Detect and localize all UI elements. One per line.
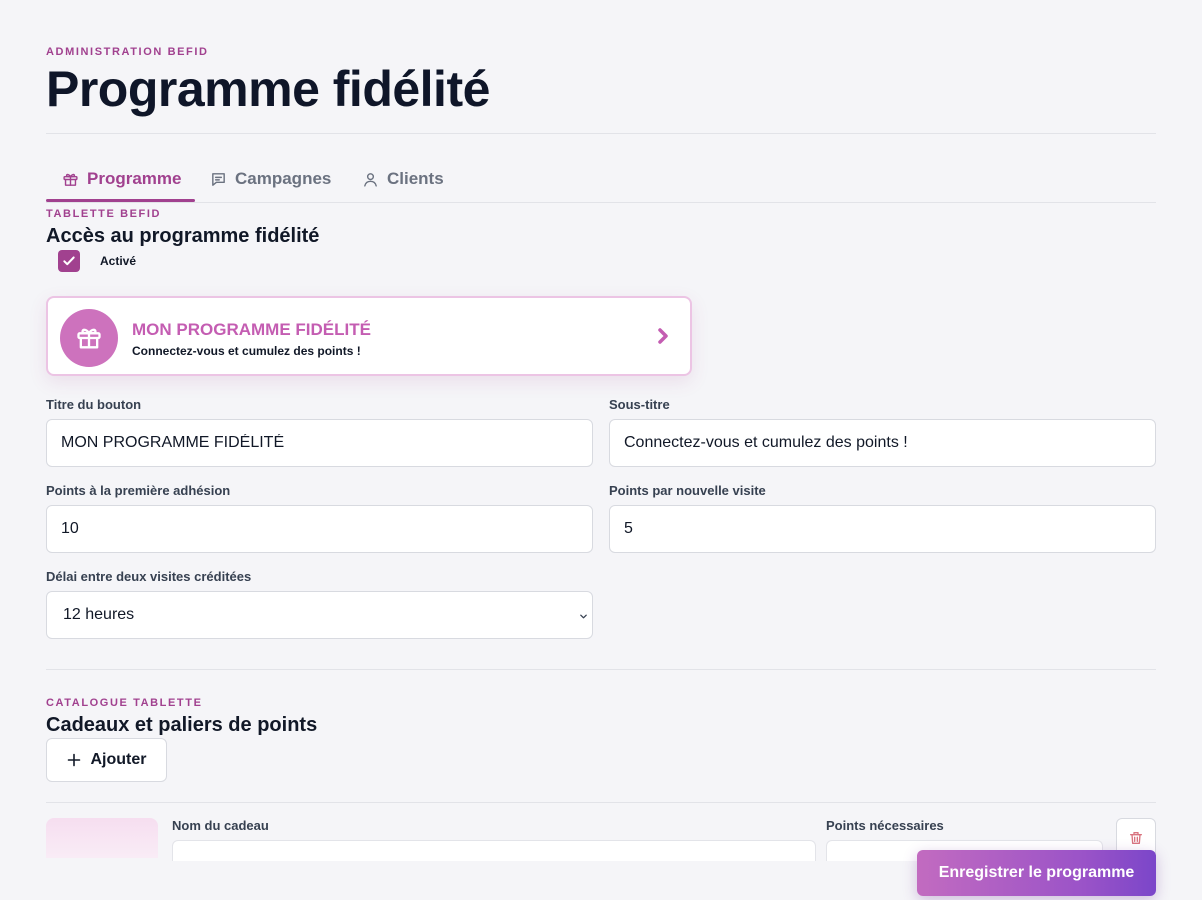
page-title: Programme fidélité: [46, 61, 490, 117]
check-icon: [63, 256, 75, 266]
subtitle-input[interactable]: [609, 419, 1156, 467]
gift-image-placeholder[interactable]: [46, 818, 158, 858]
catalog-eyebrow: CATALOGUE TABLETTE: [46, 697, 203, 709]
preview-title: MON PROGRAMME FIDÉLITÉ: [132, 320, 371, 339]
save-program-button[interactable]: Enregistrer le programme: [917, 850, 1156, 896]
header-divider: [46, 133, 1156, 134]
program-button-preview[interactable]: MON PROGRAMME FIDÉLITÉ Connectez-vous et…: [46, 296, 692, 376]
gift-name-label: Nom du cadeau: [172, 818, 269, 833]
access-eyebrow: TABLETTE BEFID: [46, 208, 162, 220]
delay-label: Délai entre deux visites créditées: [46, 569, 252, 584]
delay-select-value: 12 heures: [63, 606, 135, 623]
tab-clients[interactable]: Clients: [362, 158, 444, 200]
catalog-divider: [46, 802, 1156, 803]
catalog-title: Cadeaux et paliers de points: [46, 714, 318, 736]
add-gift-label: Ajouter: [90, 751, 147, 768]
page-eyebrow: ADMINISTRATION BEFID: [46, 46, 209, 58]
chat-icon: [212, 172, 225, 186]
gift-icon: [77, 328, 101, 349]
tab-label: Clients: [387, 169, 444, 188]
button-title-input[interactable]: [46, 419, 593, 467]
delay-select[interactable]: 12 heures: [46, 591, 593, 639]
tab-bar: Programme Campagnes Clients: [46, 158, 1156, 203]
tab-label: Campagnes: [235, 169, 332, 188]
section-divider: [46, 669, 1156, 670]
first-points-label: Points à la première adhésion: [46, 483, 231, 498]
tab-programme[interactable]: Programme: [46, 158, 196, 202]
subtitle-label: Sous-titre: [609, 397, 670, 412]
access-title: Accès au programme fidélité: [46, 225, 320, 247]
visit-points-label: Points par nouvelle visite: [609, 483, 766, 498]
points-required-label: Points nécessaires: [826, 818, 944, 833]
tab-campagnes[interactable]: Campagnes: [210, 158, 331, 200]
preview-subtitle: Connectez-vous et cumulez des points !: [132, 344, 361, 358]
plus-icon: [67, 753, 80, 767]
visit-points-input[interactable]: [609, 505, 1156, 553]
user-icon: [364, 172, 377, 187]
active-checkbox-label: Activé: [100, 254, 137, 268]
preview-gift-badge: [60, 309, 118, 367]
gift-name-input[interactable]: [172, 840, 816, 861]
chevron-down-icon: [580, 614, 587, 619]
chevron-right-icon: [658, 328, 668, 344]
add-gift-button[interactable]: Ajouter: [46, 738, 167, 782]
first-points-input[interactable]: [46, 505, 593, 553]
trash-icon: [1130, 832, 1142, 844]
gift-icon: [63, 173, 78, 186]
active-checkbox[interactable]: [58, 250, 80, 272]
tab-label: Programme: [87, 169, 182, 188]
button-title-label: Titre du bouton: [46, 397, 142, 412]
